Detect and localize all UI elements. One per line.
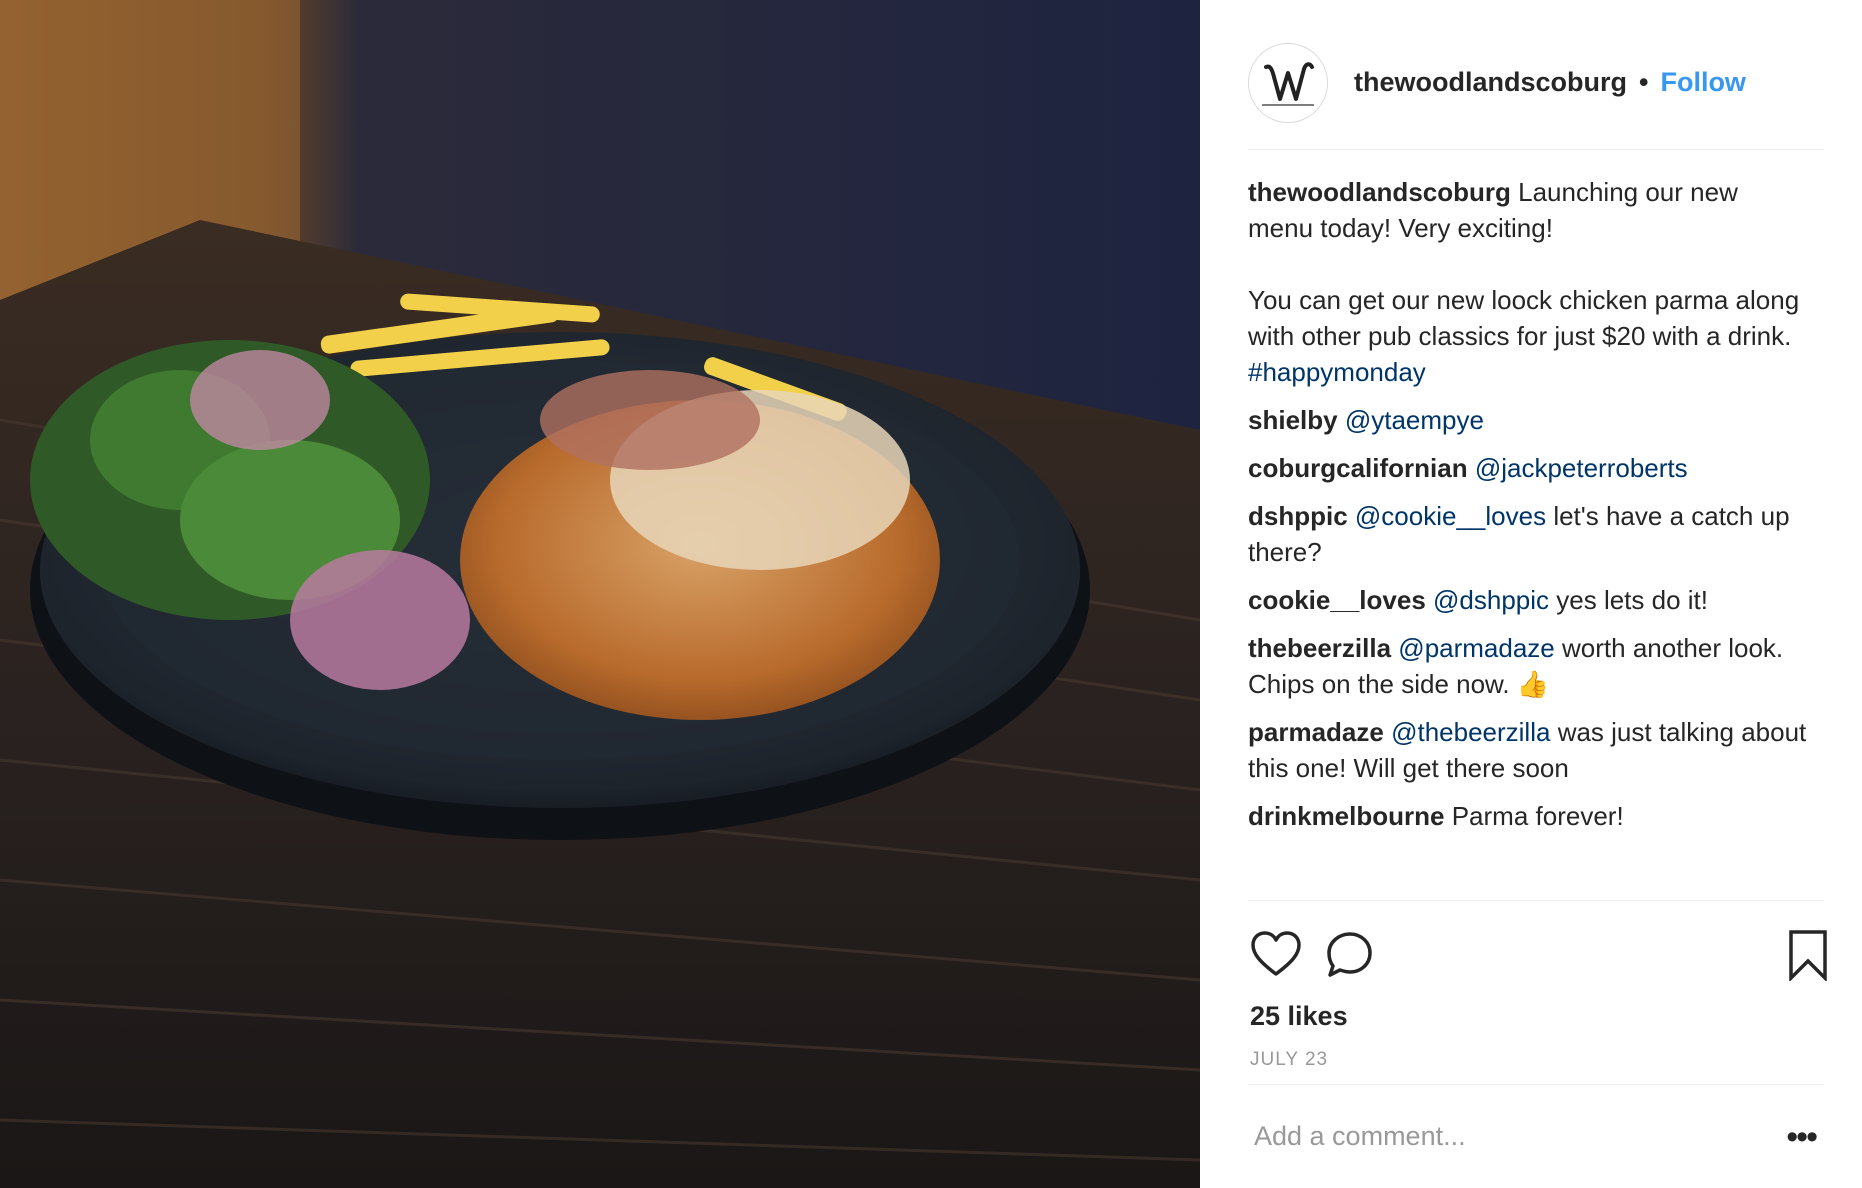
comment-mention[interactable]: @thebeerzilla bbox=[1391, 717, 1550, 747]
comment-icon[interactable] bbox=[1324, 929, 1376, 981]
caption-hashtag[interactable]: #happymonday bbox=[1248, 357, 1426, 387]
comment-list: thewoodlandscoburg Launching our new men… bbox=[1248, 174, 1808, 846]
caption-line2: You can get our new loock chicken parma … bbox=[1248, 285, 1800, 351]
add-comment-bar: ••• bbox=[1248, 1084, 1824, 1188]
comment-mention[interactable]: @jackpeterroberts bbox=[1475, 453, 1688, 483]
header-separator: • bbox=[1639, 67, 1649, 97]
comment-text: yes lets do it! bbox=[1556, 585, 1708, 615]
comment-author[interactable]: thebeerzilla bbox=[1248, 633, 1391, 663]
list-item: cookie__loves @dshppic yes lets do it! bbox=[1248, 582, 1808, 618]
follow-button[interactable]: Follow bbox=[1660, 67, 1745, 98]
list-item: drinkmelbourne Parma forever! bbox=[1248, 798, 1808, 834]
post-date[interactable]: JULY 23 bbox=[1250, 1049, 1328, 1071]
comment-author[interactable]: cookie__loves bbox=[1248, 585, 1426, 615]
heart-icon[interactable] bbox=[1250, 929, 1302, 981]
comment-author[interactable]: parmadaze bbox=[1248, 717, 1384, 747]
action-icon-row bbox=[1248, 901, 1827, 1001]
avatar[interactable] bbox=[1248, 42, 1328, 123]
add-comment-input[interactable] bbox=[1248, 1121, 1748, 1152]
list-item: parmadaze @thebeerzilla was just talking… bbox=[1248, 714, 1808, 786]
comment-mention[interactable]: @cookie__loves bbox=[1355, 501, 1546, 531]
comment-text: Parma forever! bbox=[1451, 801, 1624, 831]
post-header: thewoodlandscoburg • Follow bbox=[1248, 30, 1824, 150]
post-actions: 25 likes JULY 23 bbox=[1248, 900, 1827, 1090]
caption-author[interactable]: thewoodlandscoburg bbox=[1248, 177, 1511, 207]
more-options-icon[interactable]: ••• bbox=[1786, 1120, 1818, 1154]
comment-mention[interactable]: @parmadaze bbox=[1398, 633, 1554, 663]
list-item: shielby @ytaempye bbox=[1248, 402, 1808, 438]
list-item: coburgcalifornian @jackpeterroberts bbox=[1248, 450, 1808, 486]
woodlands-w-logo-icon bbox=[1254, 48, 1322, 117]
comment-mention[interactable]: @dshppic bbox=[1433, 585, 1549, 615]
caption: thewoodlandscoburg Launching our new men… bbox=[1248, 174, 1808, 390]
food-photo-illustration bbox=[0, 0, 1200, 1188]
list-item: dshppic @cookie__loves let's have a catc… bbox=[1248, 498, 1808, 570]
post-sidebar: thewoodlandscoburg • Follow thewoodlands… bbox=[1200, 0, 1862, 1188]
post-author-username[interactable]: thewoodlandscoburg bbox=[1354, 67, 1627, 98]
caption-paragraph-2: You can get our new loock chicken parma … bbox=[1248, 282, 1808, 390]
post-photo[interactable] bbox=[0, 0, 1200, 1188]
likes-count[interactable]: 25 likes bbox=[1250, 1001, 1348, 1032]
comment-author[interactable]: drinkmelbourne bbox=[1248, 801, 1444, 831]
comment-author[interactable]: shielby bbox=[1248, 405, 1338, 435]
comment-author[interactable]: dshppic bbox=[1248, 501, 1348, 531]
comment-author[interactable]: coburgcalifornian bbox=[1248, 453, 1468, 483]
comment-mention[interactable]: @ytaempye bbox=[1345, 405, 1484, 435]
bookmark-icon[interactable] bbox=[1782, 929, 1834, 981]
list-item: thebeerzilla @parmadaze worth another lo… bbox=[1248, 630, 1808, 702]
